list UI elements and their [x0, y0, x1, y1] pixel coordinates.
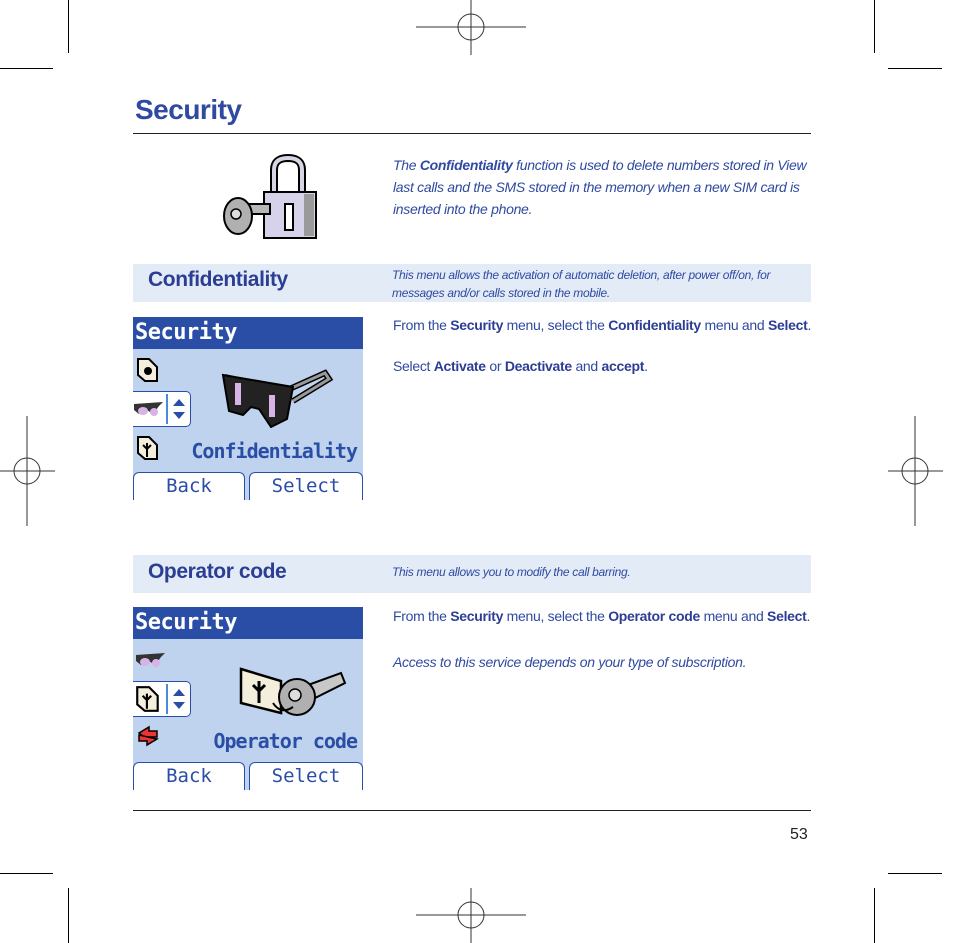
term-confidentiality: Confidentiality	[608, 317, 701, 333]
scroll-arrows-icon[interactable]	[171, 685, 187, 713]
page-number: 53	[790, 826, 808, 843]
back-label: Back	[166, 475, 212, 497]
instruction-step: From the Security menu, select the Confi…	[393, 315, 818, 336]
section-title: Operator code	[148, 560, 287, 583]
screen-header: Security	[133, 607, 363, 639]
text: menu and	[700, 317, 768, 333]
back-label: Back	[166, 765, 212, 787]
registration-mark-bottom	[416, 888, 526, 943]
selected-item-box[interactable]	[133, 681, 191, 717]
registration-mark-top	[416, 0, 526, 55]
padlock-with-key-icon	[223, 154, 317, 239]
registration-mark-right	[888, 416, 943, 526]
term-security: Security	[450, 608, 504, 624]
note-text: Access to this service depends on your t…	[393, 654, 747, 670]
text: .	[644, 358, 648, 374]
crop-mark	[0, 873, 53, 874]
instruction-step: Select Activate or Deactivate and accept…	[393, 356, 818, 377]
selected-menu-label: Confidentiality	[191, 439, 358, 463]
text: .	[807, 317, 812, 333]
section-description: This menu allows you to modify the call …	[392, 565, 631, 579]
term-select: Select	[767, 608, 807, 624]
section-header-operator-code: Operator code This menu allows you to mo…	[133, 555, 811, 593]
text: menu, select the	[503, 608, 609, 624]
text: or	[485, 358, 505, 374]
term-security: Security	[450, 317, 504, 333]
sunglasses-icon	[221, 369, 334, 429]
phone-screen-confidentiality: Security Confidentiality Back Select	[133, 317, 363, 500]
card-and-key-icon	[239, 667, 347, 716]
text: From the	[393, 608, 451, 624]
footer-rule	[133, 810, 811, 811]
instructions-operator-code: From the Security menu, select the Opera…	[393, 606, 818, 673]
screen-header-title: Security	[135, 610, 237, 635]
text: menu and	[699, 608, 768, 624]
crop-mark	[888, 873, 942, 874]
subscription-note: Access to this service depends on your t…	[393, 652, 818, 673]
text-cursor	[166, 394, 168, 424]
glasses-icon	[134, 402, 163, 416]
title-rule	[133, 133, 811, 134]
registration-mark-left	[0, 416, 55, 526]
intro-bold-term: Confidentiality	[419, 157, 513, 173]
address-book-icon	[137, 358, 158, 382]
text: menu, select the	[503, 317, 609, 333]
back-softkey[interactable]: Back	[133, 762, 245, 790]
section-description: This menu allows the activation of autom…	[392, 268, 771, 300]
page-title: Security	[135, 94, 242, 125]
instruction-step: From the Security menu, select the Opera…	[393, 606, 818, 627]
term-activate: Activate	[433, 358, 486, 374]
text: From the	[393, 317, 451, 333]
scroll-arrows-icon[interactable]	[171, 395, 187, 423]
screen-header-title: Security	[135, 320, 237, 345]
crop-mark	[0, 68, 53, 69]
instructions-confidentiality: From the Security menu, select the Confi…	[393, 315, 818, 377]
term-select: Select	[767, 317, 808, 333]
selected-menu-label: Operator code	[213, 729, 358, 753]
phone-screen-operator-code: Security Operator code Back Select	[133, 607, 363, 790]
intro-text: The	[393, 157, 420, 173]
phone-book-icon	[137, 436, 158, 460]
phone-book-icon	[136, 686, 159, 712]
crop-mark	[888, 68, 942, 69]
crop-mark	[68, 0, 69, 53]
crop-mark	[68, 888, 69, 943]
section-title: Confidentiality	[148, 268, 288, 291]
text-cursor	[166, 684, 168, 714]
term-operator-code: Operator code	[608, 608, 700, 624]
select-softkey[interactable]: Select	[249, 472, 363, 500]
screen-header: Security	[133, 317, 363, 349]
text: Select	[393, 358, 434, 374]
crop-mark	[874, 888, 875, 943]
select-label: Select	[271, 765, 341, 787]
term-deactivate: Deactivate	[504, 358, 572, 374]
select-softkey[interactable]: Select	[249, 762, 363, 790]
section-header-confidentiality: Confidentiality This menu allows the act…	[133, 264, 811, 302]
crop-mark	[874, 0, 875, 53]
term-accept: accept	[601, 358, 645, 374]
operator-arrows-icon	[137, 725, 159, 747]
back-softkey[interactable]: Back	[133, 472, 245, 500]
select-label: Select	[271, 475, 341, 497]
selected-item-box[interactable]	[133, 391, 191, 427]
text: and	[571, 358, 602, 374]
intro-paragraph: The Confidentiality function is used to …	[393, 154, 813, 220]
glasses-icon	[136, 653, 165, 667]
text: .	[806, 608, 811, 624]
